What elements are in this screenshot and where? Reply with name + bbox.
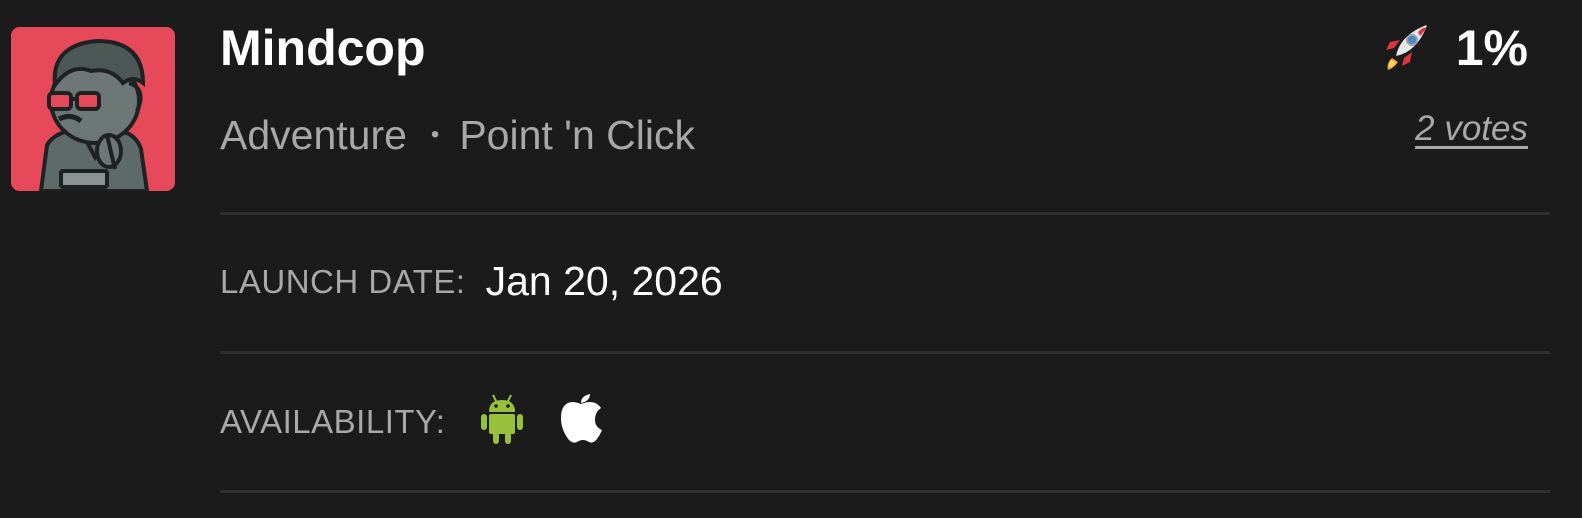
rocket-icon <box>1380 20 1432 77</box>
launch-date-row: LAUNCH DATE: Jan 20, 2026 <box>220 258 723 305</box>
divider <box>220 351 1550 354</box>
genre-tag[interactable]: Adventure <box>220 108 407 162</box>
rating-percent: 1% <box>1455 20 1528 76</box>
app-title: Mindcop <box>220 20 426 76</box>
launch-date-label: LAUNCH DATE: <box>220 262 466 300</box>
availability-label: AVAILABILITY: <box>220 402 446 440</box>
apple-icon[interactable] <box>559 394 603 449</box>
android-icon[interactable] <box>481 394 524 449</box>
rating-block: 1% <box>1380 18 1528 78</box>
detective-character-icon <box>11 27 175 191</box>
divider <box>220 490 1550 493</box>
divider <box>220 212 1550 215</box>
genre-tag[interactable]: Point 'n Click <box>459 108 695 162</box>
availability-row: AVAILABILITY: <box>220 394 603 449</box>
genre-separator: • <box>430 121 440 148</box>
launch-date-value: Jan 20, 2026 <box>485 258 723 304</box>
genre-list: Adventure • Point 'n Click <box>220 108 695 162</box>
app-icon[interactable] <box>11 27 175 191</box>
votes-link[interactable]: 2 votes <box>1415 106 1528 152</box>
